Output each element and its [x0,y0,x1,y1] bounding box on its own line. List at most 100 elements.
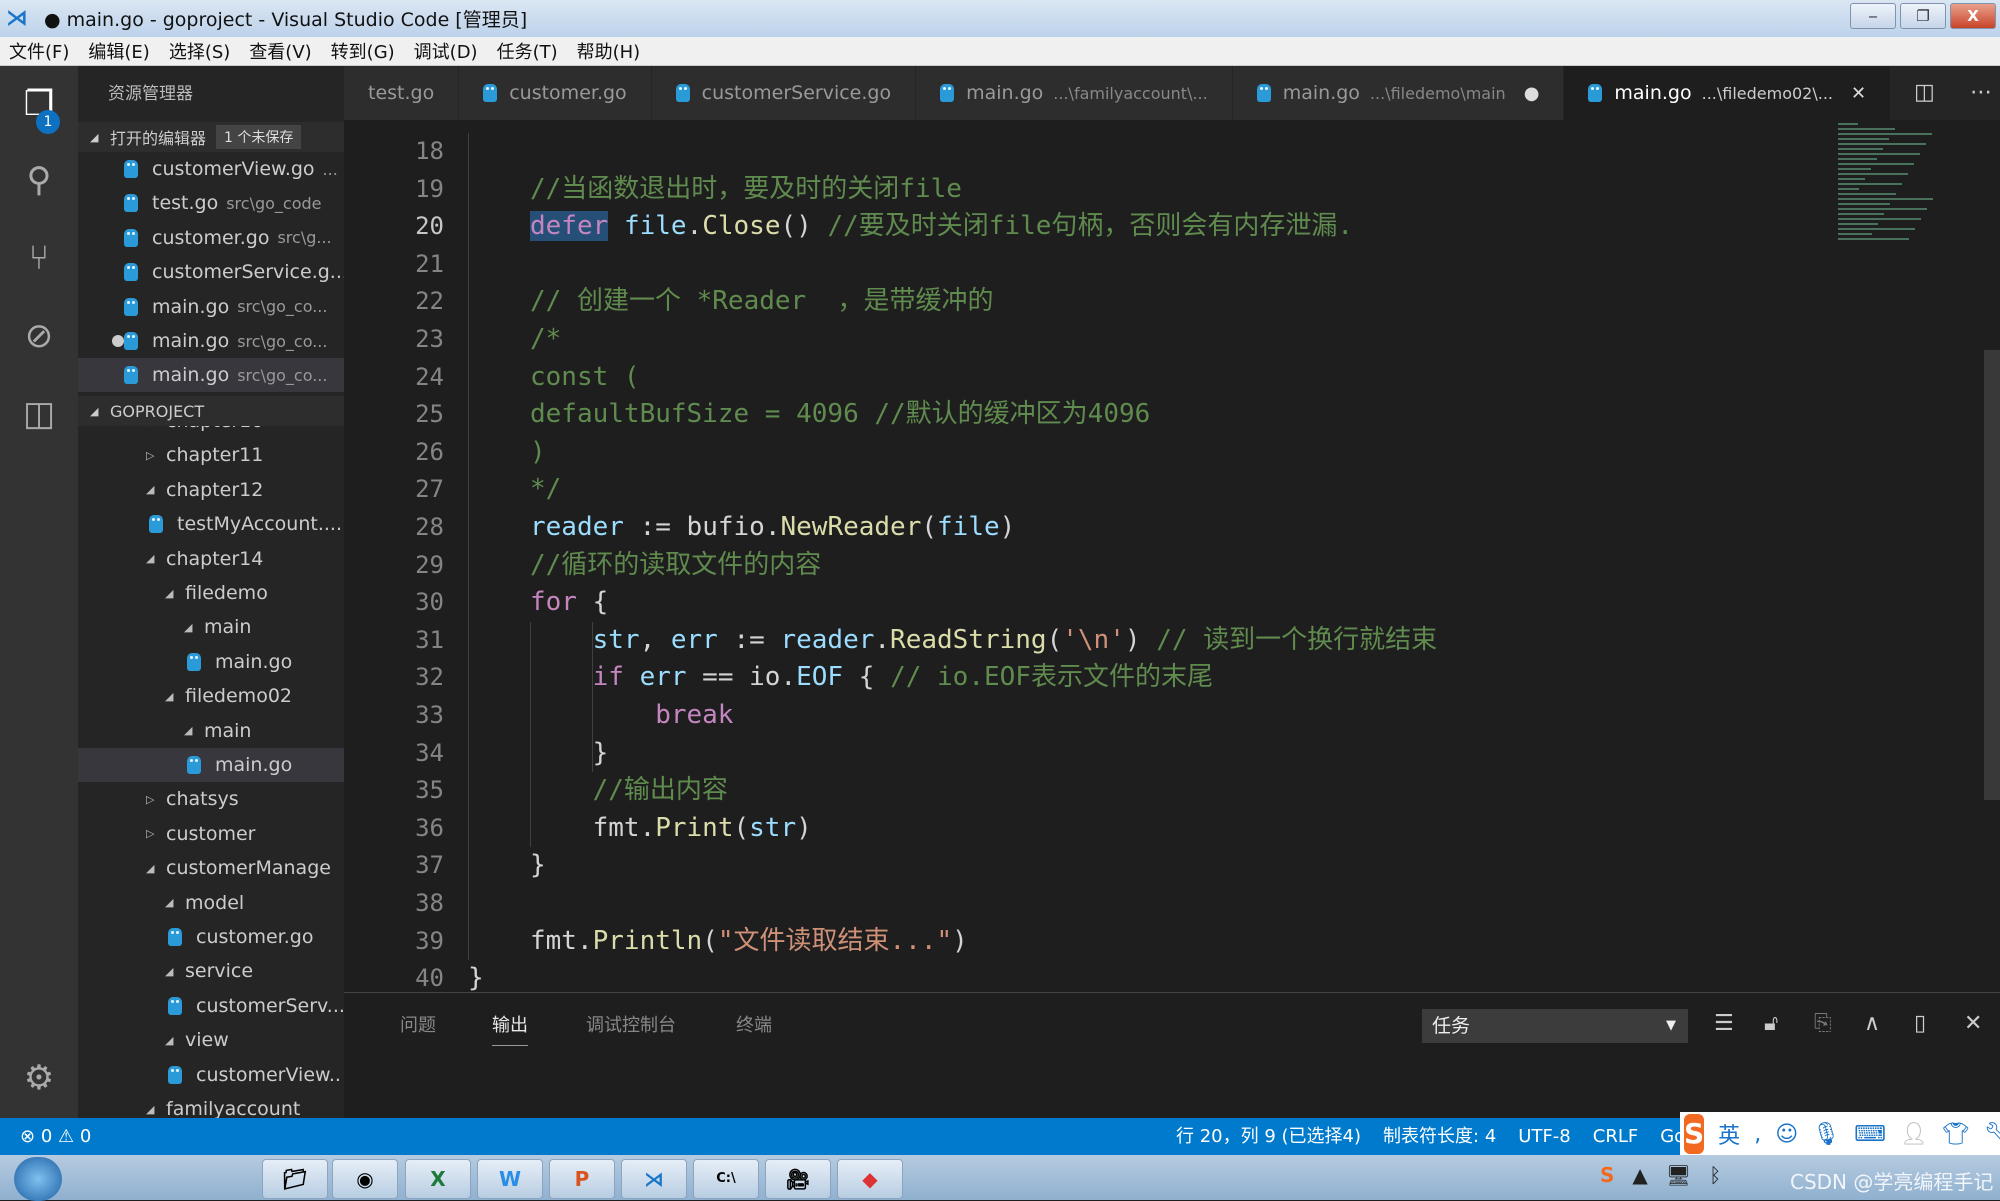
code-line[interactable]: if err == io.EOF { // io.EOF表示文件的末尾 [593,659,1213,697]
code-line[interactable]: // 创建一个 *Reader ，是带缓冲的 [530,283,994,321]
open-editor-item[interactable]: customer.go src\g... [78,221,344,255]
code-line[interactable]: break [655,697,733,735]
code-line[interactable]: } [593,735,609,773]
menu-file[interactable]: 文件(F) [9,38,69,64]
code-line[interactable]: */ [530,471,561,509]
code-line[interactable]: fmt.Print(str) [593,810,812,848]
clear-output-icon[interactable]: ☰ [1714,1011,1734,1036]
close-window-button[interactable]: X [1950,3,1996,29]
problems-status[interactable]: ⊗ 0 ⚠ 0 [20,1118,91,1155]
code-editor[interactable]: 18 19//当函数退出时，要及时的关闭file 20 defer file.Clos… [344,120,2000,992]
editor-tab[interactable]: main.go ...\familyaccount\... [916,66,1233,120]
skin-icon[interactable]: 👕︎ [1942,1122,1970,1147]
source-control-icon[interactable]: ⑂ [0,226,78,290]
chrome-taskbar-icon[interactable]: ◉ [332,1159,398,1199]
sogou-tray-icon[interactable]: S [1600,1163,1614,1187]
code-line[interactable]: //当函数退出时，要及时的关闭file [530,171,962,209]
punctuation-icon[interactable]: , [1754,1122,1761,1147]
code-line[interactable]: for { [530,584,608,622]
tree-item[interactable]: ◢ filedemo02 [78,679,344,713]
tree-item[interactable]: customer.go [78,920,344,954]
line-ending[interactable]: CRLF [1593,1118,1638,1155]
tree-item[interactable]: main.go [78,748,344,782]
menu-debug[interactable]: 调试(D) [414,38,478,64]
vscode-taskbar-icon[interactable]: ⋊ [621,1159,687,1199]
open-editor-item[interactable]: customerService.g... [78,255,344,289]
editor-tab[interactable]: main.go ...\filedemo\main ● [1232,66,1565,120]
tree-item[interactable]: ◢ filedemo [78,576,344,610]
menu-tasks[interactable]: 任务(T) [497,38,558,64]
tree-item[interactable]: main.go [78,645,344,679]
toggle-panel-icon[interactable]: ▯ [1914,1011,1926,1036]
minimize-button[interactable]: ‒ [1850,3,1896,29]
tree-item[interactable]: ◢ chapter14 [78,542,344,576]
app-taskbar-icon[interactable]: ◆ [837,1159,903,1199]
network-icon[interactable]: 🖥︎ [1666,1163,1691,1187]
explorer-taskbar-icon[interactable]: 📁︎ [262,1159,328,1199]
menu-selection[interactable]: 选择(S) [169,38,230,64]
vertical-scrollbar[interactable] [1984,350,2000,800]
tree-item[interactable]: ◢ main [78,610,344,644]
menu-edit[interactable]: 编辑(E) [88,38,149,64]
ime-mode[interactable]: 英 [1718,1118,1740,1150]
tree-item[interactable]: ◢ view [78,1023,344,1057]
wrench-icon[interactable]: 🔧︎ [1984,1122,2000,1147]
tree-item[interactable]: customerView.. [78,1058,344,1092]
wps-presentation-taskbar-icon[interactable]: P [549,1159,615,1199]
code-line[interactable]: const ( [530,359,640,397]
cmd-taskbar-icon[interactable]: C:\ [693,1159,759,1199]
output-channel-select[interactable]: 任务 ▼ [1422,1009,1688,1043]
menu-goto[interactable]: 转到(G) [331,38,395,64]
menu-view[interactable]: 查看(V) [249,38,311,64]
open-editor-item[interactable]: test.go src\go_code [78,186,344,220]
tree-item[interactable]: ▷ customer [78,817,344,851]
lock-icon[interactable]: 🔓︎ [1764,1011,1778,1036]
open-editor-item[interactable]: main.go src\go_co... [78,290,344,324]
editor-tab[interactable]: main.go ...\filedemo02\... ✕ [1564,66,1892,120]
microphone-icon[interactable]: 🎙︎ [1812,1122,1840,1147]
explorer-icon[interactable]: ❐ 1 [0,72,78,136]
bluetooth-icon[interactable]: ᛒ [1709,1163,1721,1187]
goproject-header[interactable]: ◢ GOPROJECT [78,396,344,426]
extensions-icon[interactable]: ◫ [0,382,78,446]
code-line[interactable]: fmt.Println("文件读取结束...") [530,923,968,961]
start-button[interactable] [14,1157,62,1201]
code-line[interactable]: } [530,847,546,885]
tree-item[interactable]: ◢ model [78,886,344,920]
tree-item[interactable]: ◢ chapter12 [78,473,344,507]
user-icon[interactable]: 👤︎ [1900,1122,1928,1147]
open-editor-item[interactable]: customerView.go... [78,152,344,186]
restore-button[interactable]: ❐ [1900,3,1946,29]
tab-output[interactable]: 输出 [492,1011,528,1046]
code-line[interactable]: //输出内容 [593,772,728,810]
emoji-icon[interactable]: ☺ [1775,1122,1798,1147]
editor-tab[interactable]: customerService.go [651,66,917,120]
tree-item[interactable]: ◢ service [78,954,344,988]
tab-debug-console[interactable]: 调试控制台 [586,1011,676,1037]
chevron-up-icon[interactable]: ∧ [1864,1011,1880,1036]
open-log-icon[interactable]: ⎘ [1814,1011,1832,1036]
gear-icon[interactable]: ⚙ [0,1046,78,1110]
tree-item[interactable]: ▷ chapter11 [78,438,344,472]
open-editor-item[interactable]: main.go src\go_co... [78,324,344,358]
tray-expand-icon[interactable]: ▲ [1632,1163,1647,1187]
open-editors-header[interactable]: ◢ 打开的编辑器 1 个未保存 [78,122,344,152]
sogou-icon[interactable]: S [1684,1114,1705,1154]
encoding[interactable]: UTF-8 [1518,1118,1570,1155]
code-line[interactable]: str, err := reader.ReadString('\n') // 读… [593,622,1438,660]
tree-item[interactable]: ▷ chatsys [78,782,344,816]
keyboard-icon[interactable]: ⌨ [1854,1122,1886,1147]
editor-tab[interactable]: test.go [344,66,460,120]
excel-taskbar-icon[interactable]: X [405,1159,471,1199]
tool-taskbar-icon[interactable]: 🎥︎ [765,1159,831,1199]
close-panel-icon[interactable]: ✕ [1964,1011,1982,1036]
tree-item[interactable]: ◢ main [78,714,344,748]
code-line[interactable]: reader := bufio.NewReader(file) [530,509,1015,547]
tree-item[interactable]: customerServ... [78,989,344,1023]
editor-tab[interactable]: customer.go [459,66,652,120]
tab-terminal[interactable]: 终端 [736,1011,772,1037]
menu-help[interactable]: 帮助(H) [577,38,641,64]
tree-item[interactable]: ◢ customerManage [78,851,344,885]
open-editor-item[interactable]: main.go src\go_co... [78,358,344,393]
tree-item[interactable]: ◢ familyaccount [78,1092,344,1118]
